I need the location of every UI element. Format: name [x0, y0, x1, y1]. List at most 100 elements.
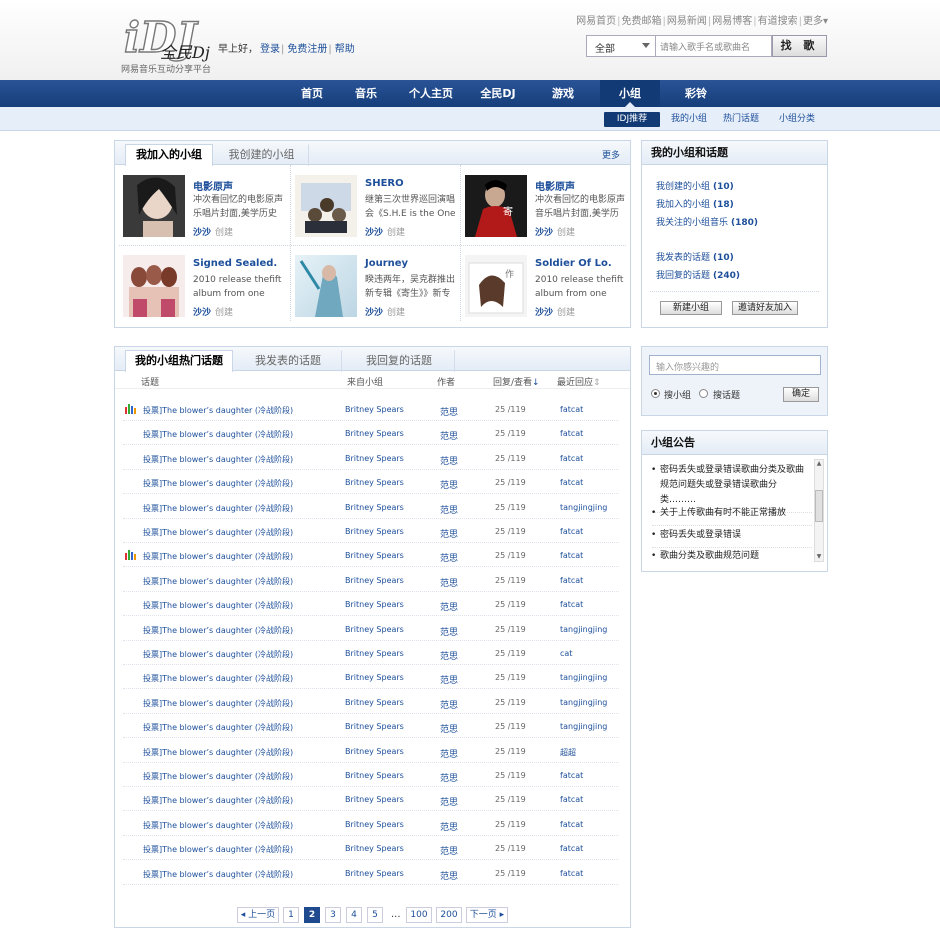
table-row[interactable]: 投票]The blower’s daughter (冷战阶段) Britney S…	[123, 495, 619, 519]
table-row[interactable]: 投票]The blower’s daughter (冷战阶段) Britney S…	[123, 641, 619, 665]
group-card[interactable]: Journey 睽违两年，吴克群推出新专辑《寄生》》新专 沙沙 创建	[287, 249, 457, 327]
group-card[interactable]: 寄 电影原声 冲次看回忆的电影原声音乐唱片封面,美学历史 沙沙创建	[457, 169, 627, 247]
search-button[interactable]: 找 歌	[772, 35, 827, 57]
from-group-link[interactable]: Britney Spears	[345, 478, 404, 487]
from-group-link[interactable]: Britney Spears	[345, 454, 404, 463]
group-author[interactable]: 沙沙 创建	[193, 225, 233, 238]
from-group-link[interactable]: Britney Spears	[345, 600, 404, 609]
author-link[interactable]: 范思	[440, 844, 458, 857]
last-reply-user-link[interactable]: tangjingjing	[560, 722, 607, 731]
page-3[interactable]: 3	[325, 907, 341, 923]
table-row[interactable]: 投票]The blower’s daughter (冷战阶段) Britney S…	[123, 690, 619, 714]
subnav-hot-topics[interactable]: 热门话题	[716, 112, 766, 127]
last-reply-user-link[interactable]: fatcat	[560, 478, 583, 487]
toplink-netease-home[interactable]: 网易首页	[576, 16, 616, 27]
toplink-more[interactable]: 更多▾	[803, 16, 828, 27]
author-link[interactable]: 范思	[440, 820, 458, 833]
author-link[interactable]: 范思	[440, 869, 458, 882]
group-title[interactable]: SHERO	[365, 178, 404, 189]
page-1[interactable]: 1	[283, 907, 299, 923]
radio-search-group[interactable]	[651, 389, 660, 398]
author-link[interactable]: 范思	[440, 795, 458, 808]
table-row[interactable]: 投票]The blower’s daughter (冷战阶段) Britney S…	[123, 470, 619, 495]
col-reply-view[interactable]: 回复/查看↓	[493, 375, 540, 388]
topic-title-link[interactable]: 投票]The blower’s daughter (冷战阶段)	[143, 478, 293, 489]
from-group-link[interactable]: Britney Spears	[345, 844, 404, 853]
last-reply-user-link[interactable]: fatcat	[560, 405, 583, 414]
topic-title-link[interactable]: 投票]The blower’s daughter (冷战阶段)	[143, 600, 293, 611]
author-link[interactable]: 范思	[440, 576, 458, 589]
group-title[interactable]: Soldier Of Lo.	[535, 258, 612, 269]
toplink-blog[interactable]: 网易博客	[712, 16, 752, 27]
from-group-link[interactable]: Britney Spears	[345, 747, 404, 756]
from-group-link[interactable]: Britney Spears	[345, 698, 404, 707]
subnav-my-groups[interactable]: 我的小组	[664, 112, 714, 127]
nav-groups[interactable]: 小组	[600, 80, 660, 107]
group-title[interactable]: 电影原声	[535, 178, 575, 193]
subnav-group-categories[interactable]: 小组分类	[770, 112, 824, 127]
group-card[interactable]: 作 Soldier Of Lo. 2010 release thefift al…	[457, 249, 627, 327]
table-row[interactable]: 投票]The blower’s daughter (冷战阶段) Britney S…	[123, 592, 619, 617]
new-group-button[interactable]: 新建小组	[660, 301, 722, 315]
author-link[interactable]: 范思	[440, 600, 458, 613]
from-group-link[interactable]: Britney Spears	[345, 673, 404, 682]
author-link[interactable]: 范思	[440, 625, 458, 638]
author-link[interactable]: 范思	[440, 429, 458, 442]
next-page-button[interactable]: 下一页 ▸	[466, 907, 508, 923]
topic-title-link[interactable]: 投票]The blower’s daughter (冷战阶段)	[143, 625, 293, 636]
last-reply-user-link[interactable]: tangjingjing	[560, 698, 607, 707]
topic-title-link[interactable]: 投票]The blower’s daughter (冷战阶段)	[143, 747, 293, 758]
group-author[interactable]: 沙沙 创建	[365, 225, 405, 238]
group-title[interactable]: Signed Sealed.	[193, 258, 277, 269]
group-cover-image[interactable]	[295, 175, 357, 237]
search-input[interactable]: 请输入歌手名或歌曲名	[656, 35, 772, 57]
last-reply-user-link[interactable]: fatcat	[560, 795, 583, 804]
table-row[interactable]: 投票]The blower’s daughter (冷战阶段) Britney S…	[123, 421, 619, 446]
nav-dj[interactable]: 全民DJ	[470, 80, 526, 107]
table-row[interactable]: 投票]The blower’s daughter (冷战阶段) Britney S…	[123, 665, 619, 690]
group-search-input[interactable]: 输入你感兴趣的	[649, 355, 821, 375]
from-group-link[interactable]: Britney Spears	[345, 405, 404, 414]
topic-title-link[interactable]: 投票]The blower’s daughter (冷战阶段)	[143, 503, 293, 514]
topic-title-link[interactable]: 投票]The blower’s daughter (冷战阶段)	[143, 869, 293, 880]
help-link[interactable]: 帮助	[335, 44, 355, 55]
author-link[interactable]: 范思	[440, 673, 458, 686]
last-reply-user-link[interactable]: fatcat	[560, 429, 583, 438]
radio-search-topic[interactable]	[699, 389, 708, 398]
author-link[interactable]: 范思	[440, 698, 458, 711]
notice-item[interactable]: 歌曲分类及歌曲规范问题	[651, 549, 812, 568]
topic-title-link[interactable]: 投票]The blower’s daughter (冷战阶段)	[143, 405, 293, 416]
author-link[interactable]: 范思	[440, 478, 458, 491]
link-my-posted-topics[interactable]: 我发表的话题 (10)	[656, 250, 734, 263]
group-author[interactable]: 沙沙 创建	[535, 305, 575, 318]
from-group-link[interactable]: Britney Spears	[345, 795, 404, 804]
link-my-joined-groups[interactable]: 我加入的小组 (18)	[656, 197, 734, 210]
topic-title-link[interactable]: 投票]The blower’s daughter (冷战阶段)	[143, 795, 293, 806]
last-reply-user-link[interactable]: fatcat	[560, 771, 583, 780]
last-reply-user-link[interactable]: fatcat	[560, 600, 583, 609]
page-200[interactable]: 200	[436, 907, 462, 923]
table-row[interactable]: 投票]The blower’s daughter (冷战阶段) Britney S…	[123, 787, 619, 812]
group-card[interactable]: SHERO 继第三次世界巡回演唱会《S.H.E is the One 沙沙 创建	[287, 169, 457, 247]
last-reply-user-link[interactable]: fatcat	[560, 844, 583, 853]
table-row[interactable]: 投票]The blower’s daughter (冷战阶段) Britney S…	[123, 763, 619, 787]
table-row[interactable]: 投票]The blower’s daughter (冷战阶段) Britney S…	[123, 446, 619, 470]
last-reply-user-link[interactable]: fatcat	[560, 576, 583, 585]
from-group-link[interactable]: Britney Spears	[345, 722, 404, 731]
nav-home[interactable]: 首页	[290, 80, 334, 107]
group-cover-image[interactable]: 寄	[465, 175, 527, 237]
nav-games[interactable]: 游戏	[540, 80, 586, 107]
topic-title-link[interactable]: 投票]The blower’s daughter (冷战阶段)	[143, 722, 293, 733]
last-reply-user-link[interactable]: cat	[560, 649, 572, 658]
group-cover-image[interactable]	[295, 255, 357, 317]
last-reply-user-link[interactable]: tangjingjing	[560, 625, 607, 634]
last-reply-user-link[interactable]: fatcat	[560, 869, 583, 878]
topic-title-link[interactable]: 投票]The blower’s daughter (冷战阶段)	[143, 527, 293, 538]
notice-item[interactable]: 关于上传歌曲有时不能正常播放	[651, 506, 812, 526]
topic-title-link[interactable]: 投票]The blower’s daughter (冷战阶段)	[143, 576, 293, 587]
tab-created-groups[interactable]: 我创建的小组	[214, 144, 309, 166]
register-link[interactable]: 免费注册	[287, 44, 327, 55]
table-row[interactable]: 投票]The blower’s daughter (冷战阶段) Britney S…	[123, 739, 619, 763]
tab-my-group-hot-topics[interactable]: 我的小组热门话题	[125, 350, 233, 372]
table-row[interactable]: 投票]The blower’s daughter (冷战阶段) Britney S…	[123, 543, 619, 568]
